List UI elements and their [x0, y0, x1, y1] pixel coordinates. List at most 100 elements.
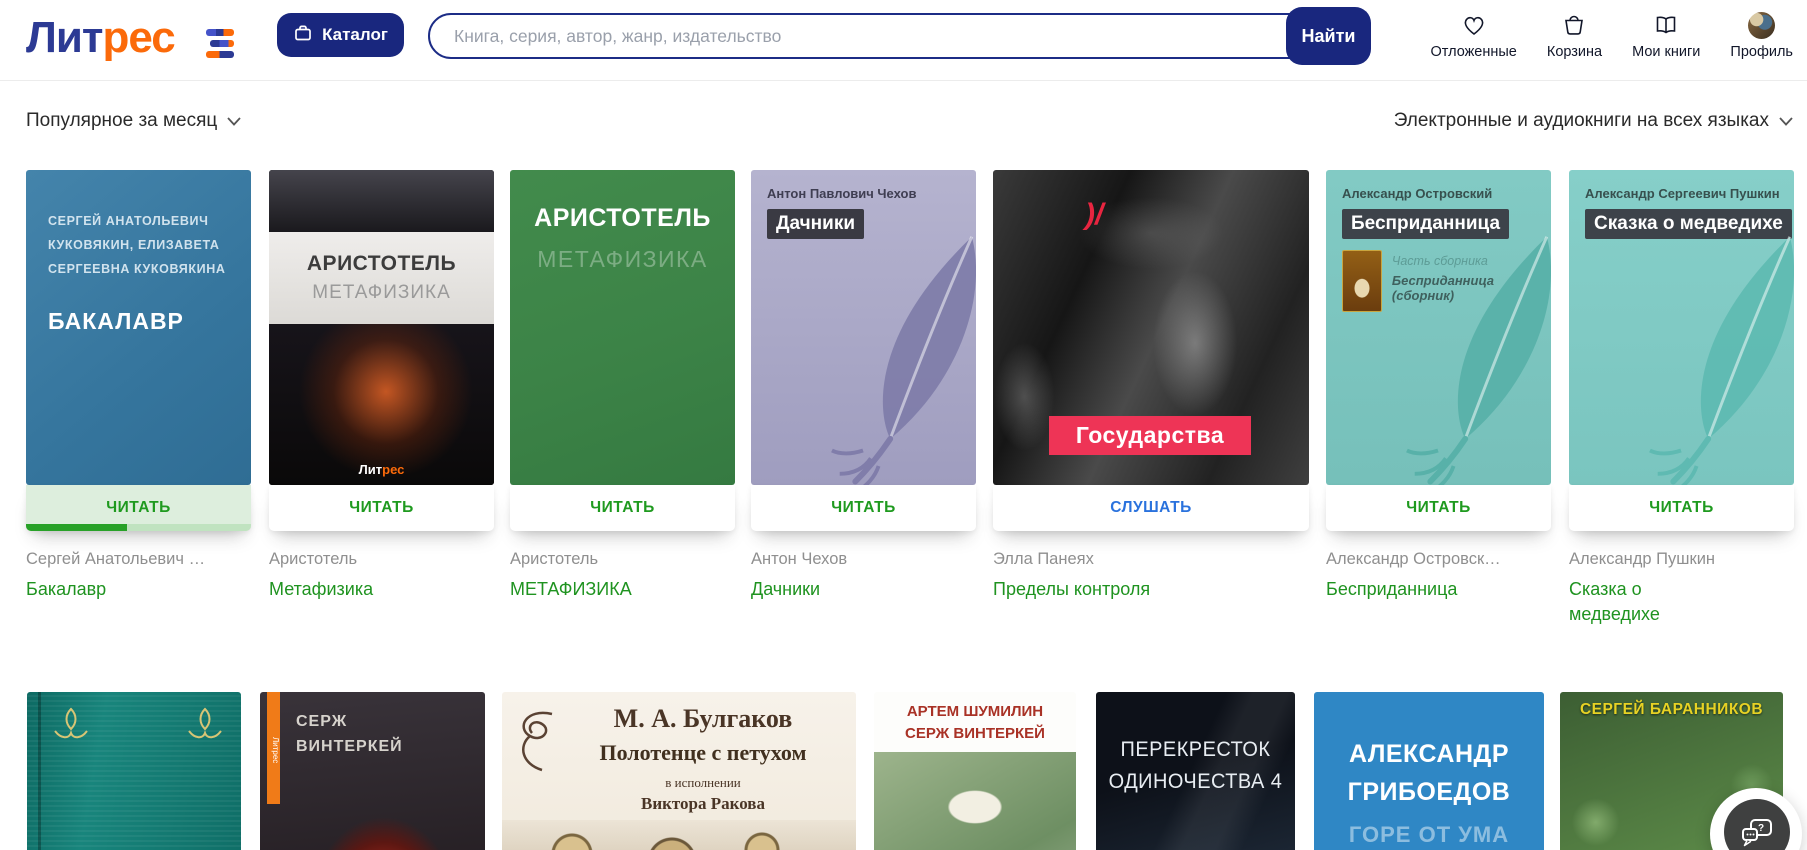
book-card[interactable]: АЛЕКСАНДР ГРИБОЕДОВ ГОРЕ ОТ УМА: [1314, 692, 1544, 850]
litres-logo[interactable]: Литрес: [26, 13, 176, 63]
audiobook-card[interactable]: М. А. Булгаков Полотенце с петухом в исп…: [502, 692, 856, 850]
cover-author: М. А. Булгаков: [613, 704, 793, 733]
book-title-link[interactable]: Сказка о медведихе: [1569, 577, 1699, 627]
sort-dropdown[interactable]: Популярное за месяц: [26, 103, 241, 139]
flourish-icon: [522, 711, 553, 772]
cover-author: Антон Павлович Чехов: [767, 186, 917, 201]
cover-banner: Государства: [1049, 416, 1251, 455]
cover-author-lines: СЕРГЕЙ АНАТОЛЬЕВИЧ КУКОВЯКИН, ЕЛИЗАВЕТА …: [48, 214, 226, 276]
book-author-link[interactable]: Аристотель: [269, 550, 494, 569]
nav-item-favorites[interactable]: Отложенные: [1430, 11, 1517, 60]
book-cover: АРТЕМ ШУМИЛИН СЕРЖ ВИНТЕРКЕЙ: [874, 692, 1076, 850]
book-author-link[interactable]: Антон Чехов: [751, 550, 976, 569]
basket-icon: [1561, 11, 1587, 39]
cover-sky: [269, 170, 494, 232]
chat-bubbles-icon: ?: [1742, 819, 1772, 847]
read-button[interactable]: ЧИТАТЬ: [26, 485, 251, 531]
nav-label-cart: Корзина: [1546, 44, 1603, 60]
nav-label-my-books: Мои книги: [1632, 44, 1701, 60]
publisher-mark: )/: [1085, 198, 1104, 231]
cover-title: ГОРЕ ОТ УМА: [1348, 822, 1510, 847]
book-card: Александр Островский Бесприданница Часть…: [1326, 170, 1551, 602]
nav-label-profile: Профиль: [1730, 44, 1793, 60]
open-book-icon: [1653, 11, 1679, 39]
gold-ornament-icon: [54, 707, 88, 739]
cover-authors: АРТЕМ ШУМИЛИН СЕРЖ ВИНТЕРКЕЙ: [874, 692, 1076, 752]
reading-progress-fill: [26, 524, 128, 531]
book-card: АРИСТОТЕЛЬ МЕТАФИЗИКА Литрес ЧИТАТЬ Арис…: [269, 170, 494, 602]
read-button[interactable]: ЧИТАТЬ: [1326, 485, 1551, 531]
book-cover[interactable]: Александр Сергеевич Пушкин Сказка о медв…: [1569, 170, 1794, 485]
book-card[interactable]: АРТЕМ ШУМИЛИН СЕРЖ ВИНТЕРКЕЙ: [874, 692, 1076, 850]
book-title-link[interactable]: Бакалавр: [26, 577, 251, 602]
book-cover[interactable]: )/ Государства: [993, 170, 1309, 485]
feather-icon: [1649, 236, 1794, 485]
book-cover: АЛЕКСАНДР ГРИБОЕДОВ ГОРЕ ОТ УМА: [1314, 692, 1544, 850]
cover-title: АРИСТОТЕЛЬ: [534, 204, 711, 232]
book-cover[interactable]: СЕРГЕЙ АНАТОЛЬЕВИЧ КУКОВЯКИН, ЕЛИЗАВЕТА …: [26, 170, 251, 485]
read-button[interactable]: ЧИТАТЬ: [510, 485, 735, 531]
book-cover: [27, 692, 241, 850]
book-author-link[interactable]: Элла Панеях: [993, 550, 1309, 569]
cover-clocks-art: [502, 820, 856, 850]
book-cover[interactable]: АРИСТОТЕЛЬ МЕТАФИЗИКА: [510, 170, 735, 485]
heart-icon: [1461, 11, 1487, 39]
book-card: СЕРГЕЙ АНАТОЛЬЕВИЧ КУКОВЯКИН, ЕЛИЗАВЕТА …: [26, 170, 251, 602]
format-language-label: Электронные и аудиокниги на всех языках: [1393, 110, 1769, 131]
cover-title-band: АРИСТОТЕЛЬ МЕТАФИЗИКА: [269, 232, 494, 324]
cover-painting: [874, 752, 1076, 850]
read-button[interactable]: ЧИТАТЬ: [269, 485, 494, 531]
nav-item-cart[interactable]: Корзина: [1547, 11, 1602, 60]
cover-title: БАКАЛАВР: [48, 308, 184, 334]
read-button[interactable]: ЧИТАТЬ: [751, 485, 976, 531]
listen-button[interactable]: СЛУШАТЬ: [993, 485, 1309, 531]
reading-progress-bar: [26, 524, 251, 531]
catalog-box-icon: [293, 23, 313, 48]
book-cover[interactable]: Александр Островский Бесприданница Часть…: [1326, 170, 1551, 485]
catalog-button-label: Каталог: [322, 25, 388, 44]
catalog-button[interactable]: Каталог: [277, 13, 404, 57]
book-card: Антон Павлович Чехов Дачники ЧИТАТЬ Анто…: [751, 170, 976, 602]
book-cover[interactable]: АРИСТОТЕЛЬ МЕТАФИЗИКА Литрес: [269, 170, 494, 485]
cover-title: Полотенце с петухом: [599, 740, 807, 765]
book-cover: Литрес СЕРЖ ВИНТЕРКЕЙ: [260, 692, 485, 850]
book-card[interactable]: Литрес СЕРЖ ВИНТЕРКЕЙ: [260, 692, 485, 850]
book-cover: ПЕРЕКРЕСТОК ОДИНОЧЕСТВА 4: [1096, 692, 1295, 850]
chevron-down-icon: [227, 116, 241, 126]
book-card[interactable]: ПЕРЕКРЕСТОК ОДИНОЧЕСТВА 4: [1096, 692, 1295, 850]
book-author-link[interactable]: Сергей Анатольевич …: [26, 550, 251, 569]
cover-performer: Виктора Ракова: [641, 794, 765, 813]
book-cover[interactable]: Антон Павлович Чехов Дачники: [751, 170, 976, 485]
search-input[interactable]: [428, 13, 1370, 59]
cover-author: Александр Сергеевич Пушкин: [1585, 186, 1780, 201]
cover-performed-by: в исполнении: [665, 775, 741, 790]
read-button[interactable]: ЧИТАТЬ: [1569, 485, 1794, 531]
book-author-link[interactable]: Александр Пушкин: [1569, 550, 1794, 569]
format-language-dropdown[interactable]: Электронные и аудиокниги на всех языках: [1394, 103, 1793, 139]
search-submit-button[interactable]: Найти: [1286, 7, 1371, 65]
book-card: Александр Сергеевич Пушкин Сказка о медв…: [1569, 170, 1794, 627]
cover-author: АЛЕКСАНДР ГРИБОЕДОВ: [1347, 740, 1511, 806]
filters-row: Популярное за месяц Электронные и аудиок…: [26, 103, 1793, 139]
profile-avatar: [1748, 11, 1776, 39]
book-title-link[interactable]: Бесприданница: [1326, 577, 1551, 602]
nav-item-profile[interactable]: Профиль: [1730, 11, 1793, 60]
book-title-link[interactable]: Метафизика: [269, 577, 494, 602]
litres-brand-mark: Литрес: [358, 462, 405, 477]
cover-author: Александр Островский: [1342, 186, 1493, 201]
book-author-link[interactable]: Аристотель: [510, 550, 735, 569]
nav-item-my-books[interactable]: Мои книги: [1632, 11, 1700, 60]
book-author-link[interactable]: Александр Островск…: [1326, 550, 1551, 569]
logo-text-orange: рес: [102, 13, 175, 62]
header-nav: Отложенные Корзина Мои книги Профиль: [1430, 11, 1793, 60]
book-card: АРИСТОТЕЛЬ МЕТАФИЗИКА ЧИТАТЬ Аристотель …: [510, 170, 735, 602]
litres-homepage: Литрес Каталог Найти: [0, 0, 1807, 850]
feather-icon: [831, 236, 976, 485]
litres-spine-label: Литрес: [267, 692, 280, 804]
book-title-link[interactable]: Пределы контроля: [993, 577, 1309, 602]
book-title-link[interactable]: МЕТАФИЗИКА: [510, 577, 735, 602]
gold-ornament-icon: [188, 707, 222, 739]
book-cover: М. А. Булгаков Полотенце с петухом в исп…: [502, 692, 856, 850]
book-card[interactable]: [27, 692, 241, 850]
book-title-link[interactable]: Дачники: [751, 577, 976, 602]
